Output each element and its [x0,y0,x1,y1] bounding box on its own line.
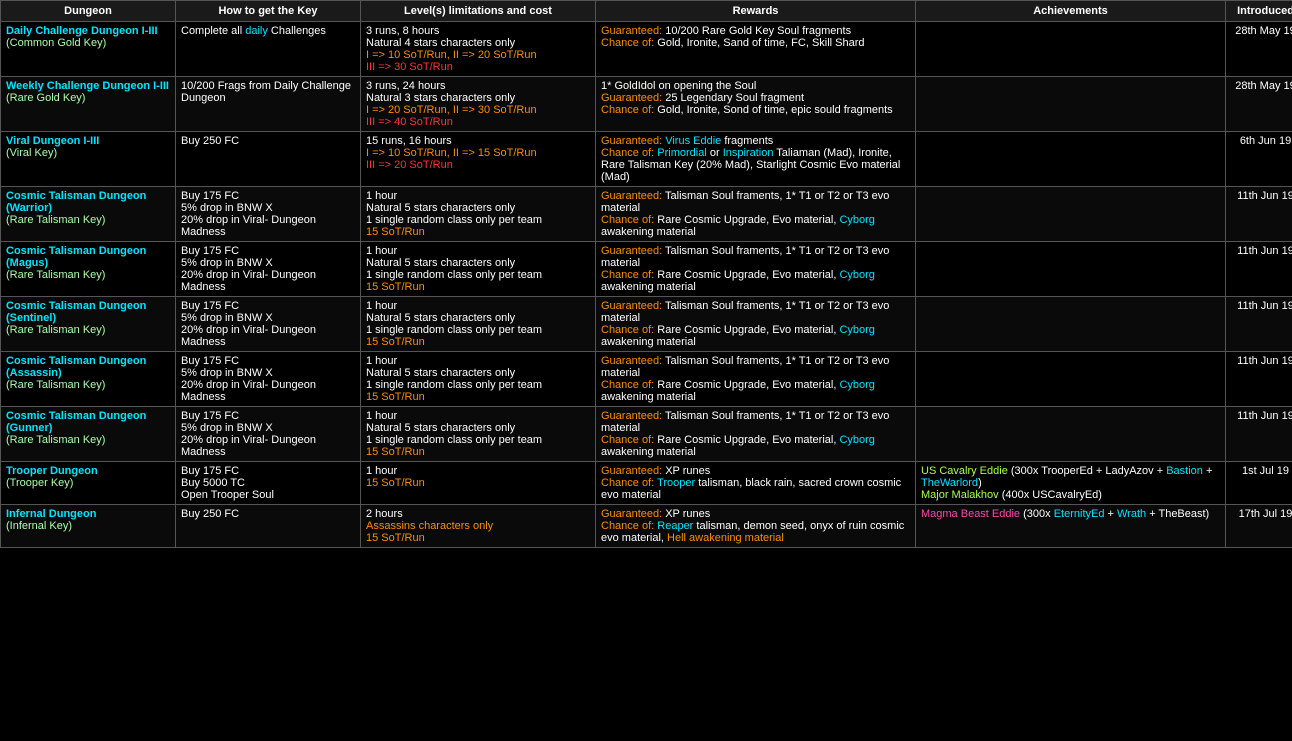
achievements-cell [916,187,1226,242]
how-to-get-cell: Buy 175 FC5% drop in BNW X20% drop in Vi… [176,187,361,242]
levels-cell: 1 hourNatural 5 stars characters only1 s… [361,407,596,462]
levels-cell: 15 runs, 16 hoursI => 10 SoT/Run, II => … [361,132,596,187]
achievements-cell [916,22,1226,77]
introduced-cell: 11th Jun 19 [1226,407,1292,462]
dungeon-name-cell: Cosmic Talisman Dungeon (Assassin)(Rare … [1,352,176,407]
table-row: Trooper Dungeon(Trooper Key)Buy 175 FCBu… [1,462,1292,505]
dungeon-name-cell: Cosmic Talisman Dungeon (Gunner)(Rare Ta… [1,407,176,462]
introduced-cell: 6th Jun 19 [1226,132,1292,187]
introduced-cell: 11th Jun 19 [1226,352,1292,407]
rewards-cell: Guaranteed: Talisman Soul framents, 1* T… [596,187,916,242]
dungeon-name-cell: Trooper Dungeon(Trooper Key) [1,462,176,505]
dungeon-name-cell: Daily Challenge Dungeon I-III(Common Gol… [1,22,176,77]
introduced-cell: 17th Jul 19 [1226,505,1292,548]
header-dungeon: Dungeon [1,1,176,22]
header-how-to-get: How to get the Key [176,1,361,22]
how-to-get-cell: Buy 250 FC [176,505,361,548]
levels-cell: 1 hour15 SoT/Run [361,462,596,505]
table-row: Infernal Dungeon(Infernal Key)Buy 250 FC… [1,505,1292,548]
table-row: Cosmic Talisman Dungeon (Gunner)(Rare Ta… [1,407,1292,462]
rewards-cell: 1* GoldIdol on opening the SoulGuarantee… [596,77,916,132]
how-to-get-cell: Complete all daily Challenges [176,22,361,77]
introduced-cell: 11th Jun 19 [1226,297,1292,352]
table-row: Weekly Challenge Dungeon I-III(Rare Gold… [1,77,1292,132]
achievements-cell: Magma Beast Eddie (300x EternityEd + Wra… [916,505,1226,548]
table-row: Cosmic Talisman Dungeon (Magus)(Rare Tal… [1,242,1292,297]
how-to-get-cell: Buy 175 FC5% drop in BNW X20% drop in Vi… [176,352,361,407]
levels-cell: 3 runs, 24 hoursNatural 3 stars characte… [361,77,596,132]
rewards-cell: Guaranteed: 10/200 Rare Gold Key Soul fr… [596,22,916,77]
rewards-cell: Guaranteed: XP runesChance of: Trooper t… [596,462,916,505]
rewards-cell: Guaranteed: Talisman Soul framents, 1* T… [596,352,916,407]
dungeon-name-cell: Viral Dungeon I-III(Viral Key) [1,132,176,187]
levels-cell: 1 hourNatural 5 stars characters only1 s… [361,187,596,242]
dungeon-name-cell: Infernal Dungeon(Infernal Key) [1,505,176,548]
achievements-cell [916,352,1226,407]
rewards-cell: Guaranteed: Talisman Soul framents, 1* T… [596,407,916,462]
table-row: Cosmic Talisman Dungeon (Warrior)(Rare T… [1,187,1292,242]
table-row: Cosmic Talisman Dungeon (Sentinel)(Rare … [1,297,1292,352]
levels-cell: 1 hourNatural 5 stars characters only1 s… [361,242,596,297]
header-achievements: Achievements [916,1,1226,22]
achievements-cell [916,407,1226,462]
achievements-cell [916,132,1226,187]
rewards-cell: Guaranteed: XP runesChance of: Reaper ta… [596,505,916,548]
table-row: Daily Challenge Dungeon I-III(Common Gol… [1,22,1292,77]
how-to-get-cell: Buy 175 FC5% drop in BNW X20% drop in Vi… [176,242,361,297]
rewards-cell: Guaranteed: Talisman Soul framents, 1* T… [596,297,916,352]
levels-cell: 2 hoursAssassins characters only15 SoT/R… [361,505,596,548]
how-to-get-cell: Buy 175 FC5% drop in BNW X20% drop in Vi… [176,297,361,352]
achievements-cell [916,297,1226,352]
achievements-cell [916,77,1226,132]
introduced-cell: 28th May 19 [1226,22,1292,77]
levels-cell: 1 hourNatural 5 stars characters only1 s… [361,352,596,407]
introduced-cell: 1st Jul 19 [1226,462,1292,505]
dungeon-name-cell: Weekly Challenge Dungeon I-III(Rare Gold… [1,77,176,132]
introduced-cell: 11th Jun 19 [1226,242,1292,297]
dungeon-name-cell: Cosmic Talisman Dungeon (Magus)(Rare Tal… [1,242,176,297]
header-rewards: Rewards [596,1,916,22]
how-to-get-cell: Buy 175 FC5% drop in BNW X20% drop in Vi… [176,407,361,462]
introduced-cell: 28th May 19 [1226,77,1292,132]
dungeon-name-cell: Cosmic Talisman Dungeon (Sentinel)(Rare … [1,297,176,352]
rewards-cell: Guaranteed: Talisman Soul framents, 1* T… [596,242,916,297]
levels-cell: 3 runs, 8 hoursNatural 4 stars character… [361,22,596,77]
header-levels: Level(s) limitations and cost [361,1,596,22]
table-row: Viral Dungeon I-III(Viral Key)Buy 250 FC… [1,132,1292,187]
achievements-cell [916,242,1226,297]
how-to-get-cell: Buy 250 FC [176,132,361,187]
rewards-cell: Guaranteed: Virus Eddie fragmentsChance … [596,132,916,187]
table-row: Cosmic Talisman Dungeon (Assassin)(Rare … [1,352,1292,407]
header-introduced: Introduced [1226,1,1292,22]
introduced-cell: 11th Jun 19 [1226,187,1292,242]
how-to-get-cell: 10/200 Frags from Daily Challenge Dungeo… [176,77,361,132]
dungeon-name-cell: Cosmic Talisman Dungeon (Warrior)(Rare T… [1,187,176,242]
achievements-cell: US Cavalry Eddie (300x TrooperEd + LadyA… [916,462,1226,505]
levels-cell: 1 hourNatural 5 stars characters only1 s… [361,297,596,352]
how-to-get-cell: Buy 175 FCBuy 5000 TCOpen Trooper Soul [176,462,361,505]
